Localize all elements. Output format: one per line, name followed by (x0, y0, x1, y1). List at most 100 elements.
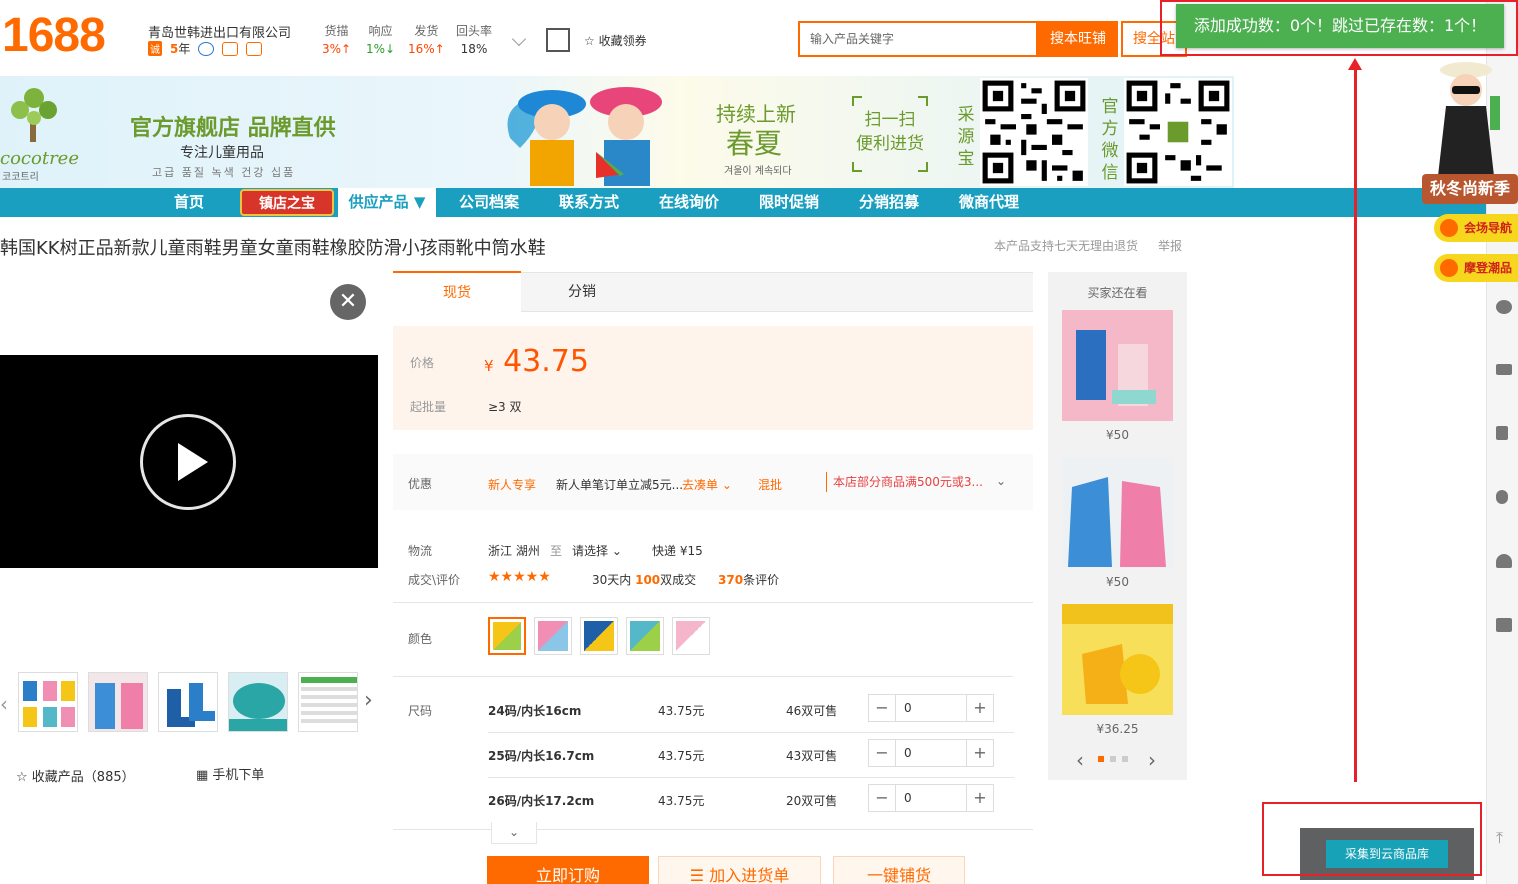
minus-button[interactable]: − (869, 695, 895, 721)
thumb-next-icon[interactable]: › (364, 688, 373, 713)
caiyuanbao-qrcode[interactable] (980, 78, 1088, 186)
certified-icon (246, 41, 263, 56)
plus-button[interactable]: + (967, 740, 993, 766)
quantity-stepper[interactable]: − 0 + (868, 784, 994, 812)
size-name: 25码/内长16.7cm (488, 749, 595, 763)
close-video-button[interactable]: ✕ (330, 284, 366, 320)
review-count[interactable]: 370条评价 (718, 571, 779, 588)
nav-inquiry[interactable]: 在线询价 (648, 188, 730, 217)
minus-button[interactable]: − (869, 785, 895, 811)
search-input[interactable]: 输入产品关键字 (798, 21, 1038, 57)
plus-button[interactable]: + (967, 785, 993, 811)
carousel-dot[interactable] (1122, 756, 1128, 762)
quantity-stepper[interactable]: − 0 + (868, 694, 994, 722)
rating-stars: ★★★★★ (488, 569, 551, 585)
nav-contact[interactable]: 联系方式 (548, 188, 630, 217)
location-icon (1440, 219, 1458, 237)
scan-frame-tl (852, 96, 862, 106)
also-view-price: ¥50 (1106, 428, 1129, 442)
chevron-down-icon[interactable] (511, 31, 527, 47)
tab-in-stock[interactable]: 现货 (393, 271, 521, 313)
kids-banner-image (507, 87, 662, 186)
size-stock: 46双可售 (786, 704, 838, 718)
mail-icon[interactable] (1496, 364, 1512, 375)
caiyuanbao-label: 采源宝 (957, 105, 975, 169)
site-logo[interactable]: 1688 (2, 12, 106, 60)
quantity-input[interactable]: 0 (895, 740, 967, 766)
favorite-coupon-link[interactable]: ☆ 收藏领券 (584, 32, 647, 49)
divider (488, 777, 1014, 778)
also-view-item-3[interactable] (1062, 604, 1173, 715)
nav-wechat-agent[interactable]: 微商代理 (948, 188, 1030, 217)
thumbnail-5[interactable] (298, 672, 358, 732)
bell-icon[interactable] (1496, 554, 1512, 568)
buy-now-button[interactable]: 立即订购 (487, 856, 649, 884)
size-stock: 43双可售 (786, 749, 838, 763)
nav-distribution[interactable]: 分销招募 (848, 188, 930, 217)
brand-korean: 코코트리 (2, 172, 39, 183)
nav-company-profile[interactable]: 公司档案 (448, 188, 530, 217)
size-price: 43.75元 (658, 704, 705, 718)
add-to-cart-button[interactable]: ☰ 加入进货单 (658, 856, 821, 884)
promo-link[interactable]: 去凑单 ⌄ (682, 476, 732, 493)
quantity-input[interactable]: 0 (895, 785, 967, 811)
search-shop-button[interactable]: 搜本旺铺 (1038, 21, 1118, 57)
color-swatch-yellow[interactable] (488, 617, 526, 655)
also-prev-icon[interactable]: ‹ (1076, 748, 1084, 772)
color-swatch-lightpink[interactable] (672, 617, 710, 655)
company-name[interactable]: 青岛世韩进出口有限公司 (148, 22, 291, 41)
nav-shop-treasure[interactable]: 镇店之宝 (240, 189, 334, 216)
carousel-dot[interactable] (1110, 756, 1116, 762)
report-link[interactable]: 举报 (1158, 237, 1182, 254)
thumbnail-3[interactable] (158, 672, 218, 732)
also-view-item-2[interactable] (1062, 457, 1173, 568)
play-triangle-icon (178, 443, 208, 481)
bookmark-icon[interactable] (1496, 426, 1508, 440)
minus-button[interactable]: − (869, 740, 895, 766)
wechat-qrcode[interactable] (1124, 78, 1232, 186)
news-icon[interactable] (1496, 618, 1512, 632)
collect-product-link[interactable]: ☆ 收藏产品（885） (16, 766, 135, 785)
quantity-input[interactable]: 0 (895, 695, 967, 721)
expand-sizes-button[interactable]: ⌄ (491, 822, 537, 844)
thumbnail-4[interactable] (228, 672, 288, 732)
service-icon[interactable] (1496, 300, 1512, 314)
footprint-icon[interactable] (1496, 490, 1508, 504)
color-swatch-pink[interactable] (534, 617, 572, 655)
one-click-distribute-button[interactable]: 一键铺货 (833, 856, 965, 884)
divider (488, 732, 1014, 733)
nav-home[interactable]: 首页 (150, 188, 228, 217)
tab-distribution[interactable]: 分销 (522, 272, 642, 312)
thumbnail-1[interactable] (18, 672, 78, 732)
also-view-item-1[interactable] (1062, 310, 1173, 421)
also-next-icon[interactable]: › (1148, 748, 1156, 772)
qrcode-icon[interactable] (546, 28, 570, 52)
thumb-prev-icon[interactable]: ‹ (0, 692, 8, 716)
review-label: 成交\评价 (408, 573, 461, 587)
color-swatch-navy[interactable] (580, 617, 618, 655)
color-swatch-teal[interactable] (626, 617, 664, 655)
plus-button[interactable]: + (967, 695, 993, 721)
scan-frame-tr (918, 96, 928, 106)
promo-label: 优惠 (408, 477, 433, 491)
thumbnail-2[interactable] (88, 672, 148, 732)
back-to-top-icon[interactable]: ⤒ (1496, 828, 1503, 848)
divider (393, 676, 1013, 677)
carousel-dot[interactable] (1098, 756, 1104, 762)
ship-from: 浙江 湖州 (488, 544, 540, 558)
official-wechat-label: 官方微信 (1101, 97, 1119, 183)
size-price: 43.75元 (658, 794, 705, 808)
mobile-order-link[interactable]: ▦ 手机下单 (196, 764, 264, 783)
promo-tag[interactable]: 本店部分商品满500元或3... (826, 472, 990, 492)
fashion-season-label[interactable]: 秋冬尚新季 (1422, 174, 1518, 204)
promo-mix[interactable]: 混批 (758, 476, 782, 493)
nav-products[interactable]: 供应产品 ▼ (338, 188, 436, 217)
ship-to-select[interactable]: 请选择 ⌄ (572, 542, 622, 559)
sold-info: 30天内 100双成交 (592, 573, 697, 587)
quantity-stepper[interactable]: − 0 + (868, 739, 994, 767)
carousel-dots (1098, 756, 1128, 762)
nav-flash-sale[interactable]: 限时促销 (748, 188, 830, 217)
cheng-badge: 诚 (148, 41, 162, 56)
promo-expand-icon[interactable]: ⌄ (996, 474, 1006, 488)
banner-slogan: 官方旗舰店 品牌直供 (130, 116, 336, 141)
